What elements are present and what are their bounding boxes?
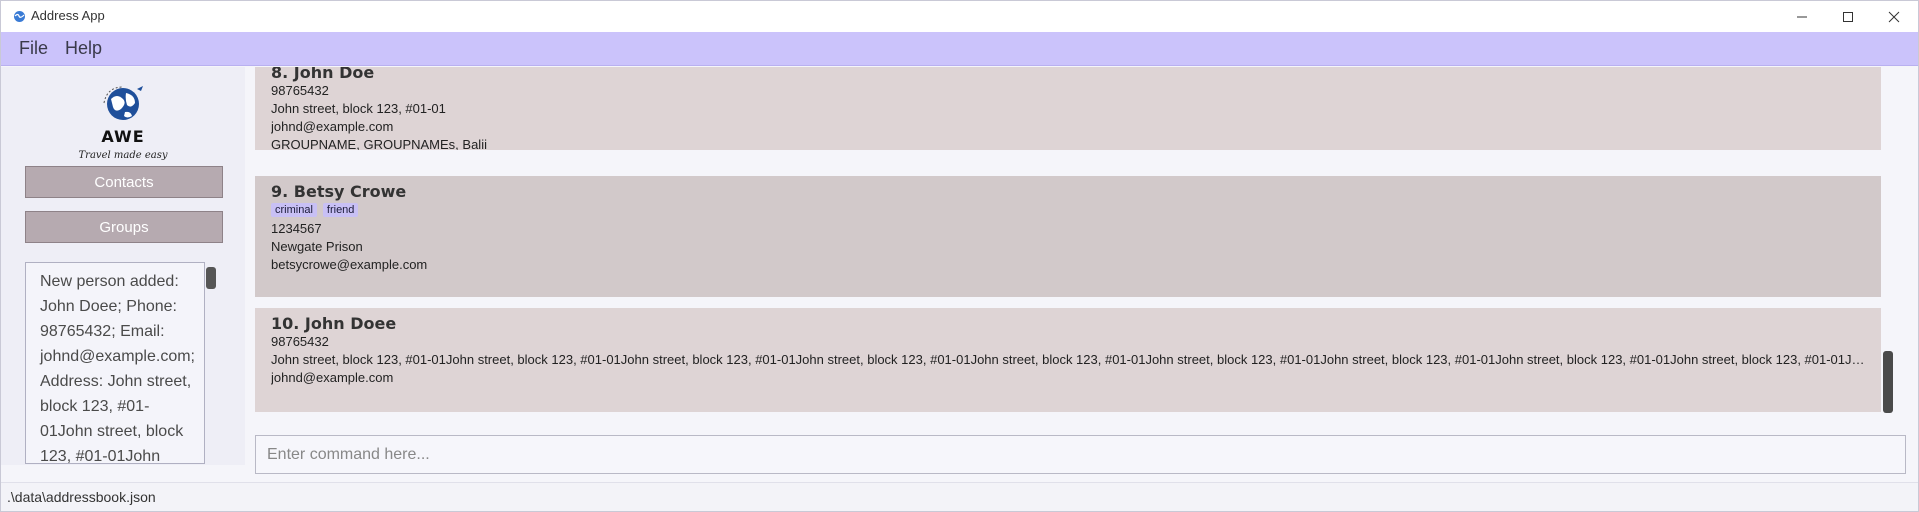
person-address: Newgate Prison (271, 239, 363, 254)
groups-button[interactable]: Groups (25, 211, 223, 243)
menu-file[interactable]: File (19, 38, 48, 59)
person-phone: 1234567 (271, 221, 322, 236)
tag-list: criminal friend (271, 203, 1881, 217)
status-bar: .\data\addressbook.json (1, 482, 1918, 511)
person-card[interactable]: 8. John Doe 98765432 John street, block … (255, 67, 1881, 150)
tag-badge: friend (322, 203, 359, 217)
command-input[interactable]: Enter command here... (255, 435, 1906, 474)
app-window: Address App File Help AWE Travel made ea… (0, 0, 1919, 512)
sidebar: AWE Travel made easy Contacts Groups New… (1, 67, 245, 465)
list-scrollbar[interactable] (1883, 351, 1893, 413)
person-groups: GROUPNAME, GROUPNAMEs, Balii (271, 137, 487, 150)
person-email: johnd@example.com (271, 370, 394, 385)
result-display[interactable]: New person added: John Doee; Phone: 9876… (25, 262, 205, 464)
result-scrollbar[interactable] (206, 267, 216, 289)
close-icon (1888, 11, 1900, 22)
logo-text: AWE (101, 127, 145, 146)
app-icon (14, 11, 25, 22)
person-list: 8. John Doe 98765432 John street, block … (245, 67, 1895, 417)
person-name: 9. Betsy Crowe (271, 182, 407, 201)
menu-help[interactable]: Help (65, 38, 102, 59)
maximize-button[interactable] (1825, 1, 1871, 32)
save-location: .\data\addressbook.json (7, 489, 156, 505)
person-phone: 98765432 (271, 334, 329, 349)
person-card[interactable]: 10. John Doee 98765432 John street, bloc… (255, 308, 1881, 412)
result-text: New person added: John Doee; Phone: 9876… (40, 273, 195, 464)
person-card[interactable]: 9. Betsy Crowe criminal friend 1234567 N… (255, 176, 1881, 297)
maximize-icon (1843, 11, 1853, 22)
globe-icon (103, 86, 143, 120)
person-name: 10. John Doee (271, 314, 397, 333)
person-email: betsycrowe@example.com (271, 257, 428, 272)
title-bar: Address App (1, 1, 1918, 32)
person-phone: 98765432 (271, 83, 329, 98)
person-address: John street, block 123, #01-01John stree… (271, 352, 1867, 367)
person-address: John street, block 123, #01-01 (271, 101, 446, 116)
tag-badge: criminal (271, 203, 317, 217)
close-button[interactable] (1871, 1, 1917, 32)
person-email: johnd@example.com (271, 119, 394, 134)
menu-bar: File Help (1, 32, 1918, 66)
person-name: 8. John Doe (271, 67, 375, 82)
window-title: Address App (31, 8, 105, 23)
minimize-icon (1797, 16, 1807, 17)
logo-tagline: Travel made easy (78, 150, 168, 161)
contacts-button[interactable]: Contacts (25, 166, 223, 198)
awe-logo: AWE Travel made easy (77, 79, 169, 165)
minimize-button[interactable] (1779, 1, 1825, 32)
